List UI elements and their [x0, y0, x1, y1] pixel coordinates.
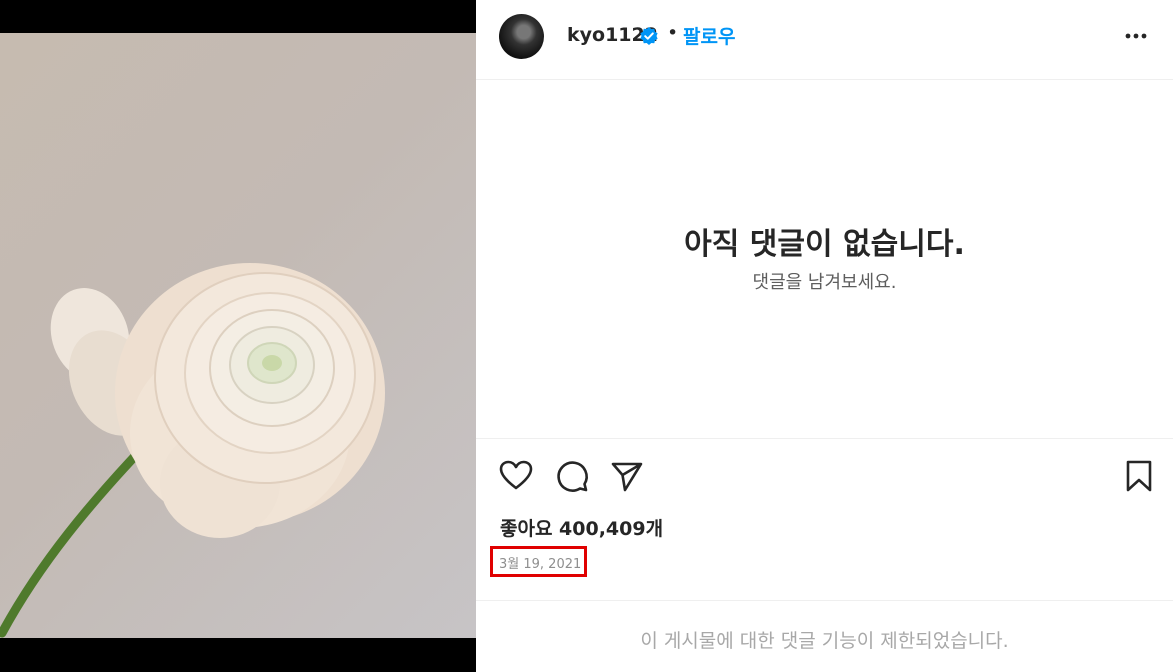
bookmark-icon[interactable] — [1121, 458, 1157, 494]
avatar[interactable] — [499, 14, 544, 59]
divider — [476, 438, 1173, 439]
verified-badge-icon — [639, 26, 659, 46]
no-comments-subtitle: 댓글을 남겨보세요. — [752, 272, 897, 293]
post-image — [0, 33, 476, 638]
post-panel: kyo1122 • 팔로우 아직 댓글이 없습니다. 댓글을 남겨보세요. 좋아… — [476, 0, 1173, 672]
divider — [476, 600, 1173, 601]
likes-count[interactable]: 좋아요 400,409개 — [500, 514, 663, 541]
comments-restricted-notice: 이 게시물에 대한 댓글 기능이 제한되었습니다. — [640, 630, 1009, 652]
more-options-icon[interactable] — [1122, 24, 1150, 48]
heart-icon[interactable] — [498, 458, 534, 494]
share-icon[interactable] — [609, 458, 645, 494]
separator-dot: • — [667, 22, 679, 44]
post-media[interactable] — [0, 0, 476, 672]
post-date[interactable]: 3월 19, 2021 — [499, 553, 581, 572]
comment-icon[interactable] — [554, 458, 590, 494]
ranunculus-flower-photo — [0, 263, 385, 638]
post-header: kyo1122 • 팔로우 — [476, 0, 1173, 80]
no-comments-title: 아직 댓글이 없습니다. — [684, 227, 965, 262]
follow-button[interactable]: 팔로우 — [683, 22, 735, 49]
